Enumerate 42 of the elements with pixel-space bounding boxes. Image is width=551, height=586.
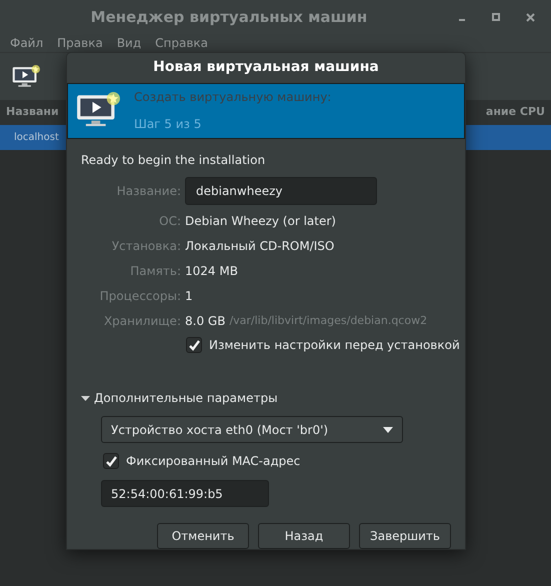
mac-address-field[interactable]: 52:54:00:61:99:b5 <box>101 480 269 507</box>
field-value: 1 <box>185 288 193 305</box>
new-vm-toolbar-button[interactable] <box>12 64 40 88</box>
dropdown-arrow-icon <box>383 426 393 432</box>
checkbox[interactable] <box>186 337 202 353</box>
menu-item[interactable]: Файл <box>10 36 44 50</box>
field-label: Название: <box>116 183 181 200</box>
menu-item[interactable]: Справка <box>155 36 208 50</box>
field-label: Процессоры: <box>98 288 181 305</box>
name-field[interactable]: debianwheezy <box>185 177 377 205</box>
window-title: Менеджер виртуальных машин <box>90 6 368 28</box>
menu-item[interactable]: Правка <box>57 36 103 50</box>
field-label: Хранилище: <box>102 313 181 330</box>
checkbox-label[interactable]: Изменить настройки перед установкой <box>209 336 460 354</box>
intro-text: Ready to begin the installation <box>81 152 266 169</box>
menu-item[interactable]: Вид <box>116 36 142 50</box>
field-label: Память: <box>129 263 181 280</box>
close-icon[interactable] <box>526 12 535 22</box>
checkmark-icon <box>104 454 118 468</box>
checkbox-label[interactable]: Фиксированный MAC-адрес <box>126 452 300 470</box>
field-label: Установка: <box>110 238 181 255</box>
monitor-icon <box>12 64 40 88</box>
maximize-icon[interactable] <box>492 13 500 21</box>
checkbox[interactable] <box>103 453 119 469</box>
field-value: 1024 MB <box>185 263 238 280</box>
dialog-button[interactable]: Отменить <box>157 523 249 549</box>
dialog-button[interactable]: Завершить <box>359 523 451 549</box>
storage-path: /var/lib/libvirt/images/debian.qcow2 <box>229 312 428 329</box>
expander-arrow-icon[interactable] <box>81 394 90 402</box>
field-label: ОС: <box>158 213 181 230</box>
column-header[interactable]: Названи <box>6 104 59 121</box>
banner-heading: Создать виртуальную машину: <box>134 89 332 106</box>
column-header[interactable]: ание CPU <box>486 104 545 121</box>
step-label: Шаг 5 из 5 <box>134 116 202 134</box>
dialog-title: Новая виртуальная машина <box>153 58 379 78</box>
section-label[interactable]: Дополнительные параметры <box>94 389 278 407</box>
field-value: 8.0 GB <box>185 313 226 330</box>
checkmark-icon <box>188 338 200 352</box>
network-dropdown[interactable]: Устройство хоста eth0 (Мост 'br0') <box>101 416 403 443</box>
field-value: Локальный CD-ROM/ISO <box>185 238 334 255</box>
field-value: Debian Wheezy (or later) <box>185 213 336 230</box>
dialog-button[interactable]: Назад <box>258 523 350 549</box>
